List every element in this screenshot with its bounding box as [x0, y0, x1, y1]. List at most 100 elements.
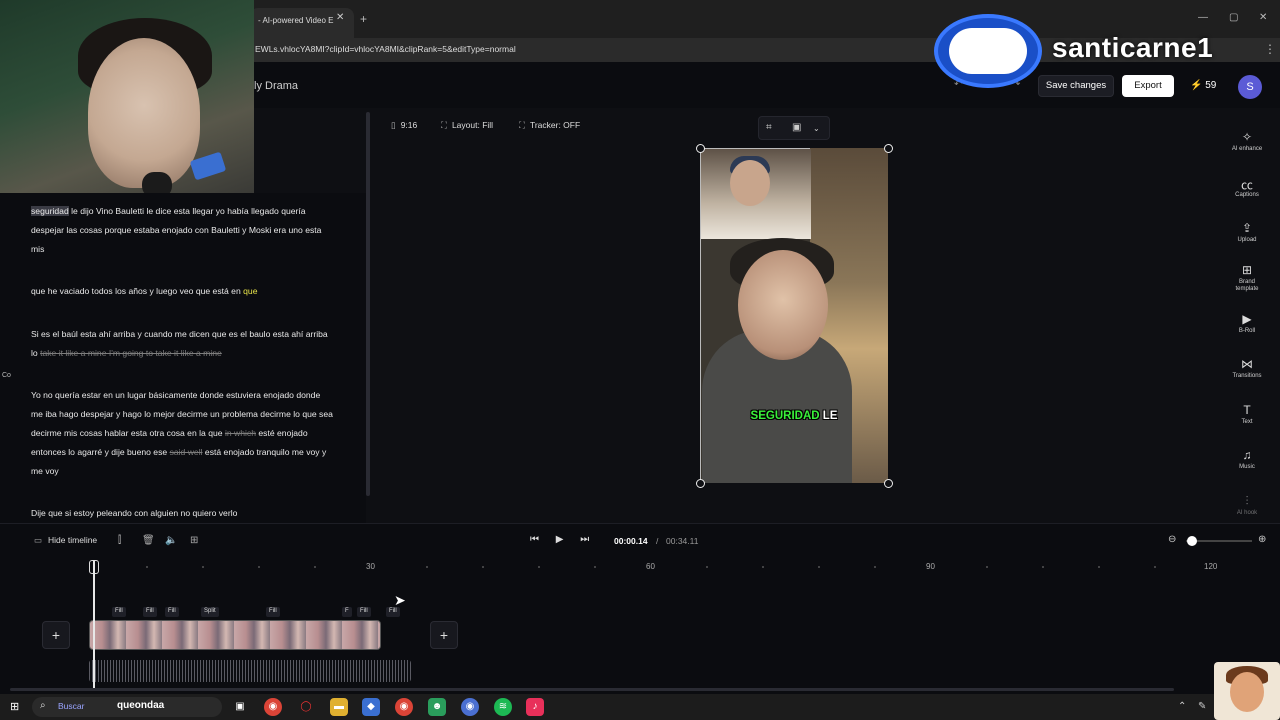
audio-waveform-track[interactable] — [89, 660, 411, 682]
rail-brand-template[interactable]: ⊞ Brand template — [1222, 263, 1272, 293]
transcript-text[interactable]: esté enojado — [256, 428, 307, 438]
save-changes-button[interactable]: Save changes — [1038, 75, 1114, 97]
add-after-button[interactable]: + — [430, 621, 458, 649]
task-view-icon[interactable]: ▣ — [231, 698, 249, 716]
image-icon[interactable]: ▣ — [792, 122, 801, 133]
rail-text[interactable]: T Text — [1222, 403, 1272, 426]
zoom-out-icon[interactable]: ⊖ — [1168, 534, 1176, 545]
transcript-line[interactable]: que he vaciado todos los años y luego ve… — [31, 286, 257, 296]
playhead[interactable] — [93, 561, 95, 691]
rail-ai-enhance[interactable]: ✧ AI enhance — [1222, 130, 1272, 153]
transcript-line[interactable]: despejar las cosas porque estaba enojado… — [31, 225, 321, 235]
active-word[interactable]: que — [243, 286, 257, 296]
skip-forward-icon[interactable]: ⏭ — [580, 534, 589, 545]
chrome-icon[interactable]: ◉ — [264, 698, 282, 716]
layout-button[interactable]: ⛶ Layout: Fill — [441, 120, 493, 131]
pen-icon[interactable]: ✎ — [1198, 701, 1206, 712]
transcript-text[interactable]: decirme mis cosas hablar esta otra cosa … — [31, 428, 225, 438]
aspect-ratio-button[interactable]: ▯ 9:16 — [391, 120, 417, 131]
user-avatar[interactable]: S — [1238, 75, 1262, 99]
rail-b-roll[interactable]: ▶ B-Roll — [1222, 312, 1272, 335]
project-title[interactable]: ly Drama — [254, 80, 298, 92]
volume-icon[interactable]: 🔈 — [165, 535, 177, 546]
removed-text[interactable]: said well — [170, 447, 203, 457]
resize-handle[interactable] — [696, 479, 705, 488]
transcript-line[interactable]: lo take it like a mine I'm going to take… — [31, 348, 222, 358]
discord-icon[interactable]: ☻ — [428, 698, 446, 716]
tracker-button[interactable]: ⛶ Tracker: OFF — [519, 120, 580, 131]
play-icon[interactable]: ▶ — [556, 534, 564, 545]
transcript-text[interactable]: le dijo Vino Bauletti le dice esta llega… — [69, 206, 305, 216]
highlighted-word[interactable]: seguridad — [31, 206, 69, 216]
rail-captions[interactable]: ㏄ Captions — [1222, 176, 1272, 199]
tab-close-icon[interactable]: ✕ — [336, 12, 344, 23]
resize-handle[interactable] — [884, 144, 893, 153]
new-tab-icon[interactable]: + — [360, 12, 367, 26]
clip-layout-label[interactable]: Fill — [357, 607, 371, 617]
rail-upload[interactable]: ⇪ Upload — [1222, 221, 1272, 244]
skip-back-icon[interactable]: ⏮ — [530, 534, 539, 545]
transcript-line[interactable]: mis — [31, 244, 44, 254]
minimize-icon[interactable]: — — [1198, 12, 1208, 23]
transcript-line[interactable]: me voy — [31, 466, 59, 476]
microphone-image — [142, 172, 172, 193]
browser-menu-icon[interactable]: ⋮ — [1264, 42, 1276, 56]
app-icon[interactable]: ◆ — [362, 698, 380, 716]
clip-layout-label[interactable]: Split — [201, 607, 219, 617]
transcript-line[interactable]: Dije que si estoy peleando con alguien n… — [31, 508, 237, 518]
chevron-down-icon[interactable]: ⌄ — [813, 124, 820, 133]
clip-layout-label[interactable]: F — [342, 607, 352, 617]
timeline-tick — [986, 566, 988, 568]
add-before-button[interactable]: + — [42, 621, 70, 649]
transcript-text[interactable]: entonces lo agarré y dije bueno ese — [31, 447, 170, 457]
caption-highlight[interactable]: SEGURIDAD — [751, 410, 820, 422]
video-clip-track[interactable] — [89, 620, 381, 650]
export-button[interactable]: Export — [1122, 75, 1174, 97]
removed-text[interactable]: in which — [225, 428, 256, 438]
clip-layout-label[interactable]: Fill — [143, 607, 157, 617]
transcript-line[interactable]: Si es el baúl esta ahí arriba y cuando m… — [31, 329, 328, 339]
removed-text[interactable]: take it like a mine I'm going to take it… — [40, 348, 222, 358]
transcript-line[interactable]: Yo no quería estar en un lugar básicamen… — [31, 390, 320, 400]
tray-chevron-icon[interactable]: ⌃ — [1178, 701, 1186, 712]
transcript-text[interactable]: está enojado tranquilo me voy y — [203, 447, 326, 457]
transcript-text[interactable]: lo — [31, 348, 40, 358]
start-menu-icon[interactable]: ⊞ — [10, 700, 19, 713]
rail-transitions[interactable]: ⋈ Transitions — [1222, 357, 1272, 380]
chrome-icon-2[interactable]: ◉ — [395, 698, 413, 716]
hide-timeline-button[interactable]: ▭ Hide timeline — [34, 535, 97, 546]
split-icon[interactable]: ⫿ — [118, 535, 121, 546]
spotify-icon[interactable]: ≋ — [494, 698, 512, 716]
resize-handle[interactable] — [696, 144, 705, 153]
grid-small-icon[interactable]: ⊞ — [190, 535, 198, 546]
window-close-icon[interactable]: ✕ — [1259, 12, 1267, 23]
tiktok-icon[interactable]: ♪ — [526, 698, 544, 716]
rail-ai-hook[interactable]: ⫶ AI hook — [1222, 494, 1272, 517]
transcript-line[interactable]: entonces lo agarré y dije bueno ese said… — [31, 447, 326, 457]
trash-icon[interactable]: 🗑 — [142, 535, 155, 546]
rail-label: B-Roll — [1238, 328, 1256, 334]
transcript-text[interactable]: que he vaciado todos los años y luego ve… — [31, 286, 243, 296]
clip-layout-label[interactable]: Fill — [165, 607, 179, 617]
chrome-icon-3[interactable]: ◉ — [461, 698, 479, 716]
timeline-scrollbar[interactable] — [10, 688, 1174, 691]
maximize-icon[interactable]: ▢ — [1229, 12, 1238, 23]
transcript-scrollbar[interactable] — [366, 112, 370, 496]
video-caption[interactable]: SEGURIDAD LE — [700, 410, 888, 422]
timeline-tick — [202, 566, 204, 568]
url-text[interactable]: EWLs.vhlocYA8MI?clipId=vhlocYA8MI&clipRa… — [255, 44, 516, 54]
resize-handle[interactable] — [884, 479, 893, 488]
zoom-in-icon[interactable]: ⊕ — [1258, 534, 1266, 545]
zoom-slider-handle[interactable] — [1187, 536, 1197, 546]
caption-word[interactable]: LE — [820, 410, 838, 422]
crop-icon[interactable]: ⌗ — [766, 122, 772, 133]
transcript-line[interactable]: seguridad le dijo Vino Bauletti le dice … — [31, 206, 306, 216]
clip-layout-label[interactable]: Fill — [112, 607, 126, 617]
transcript-line[interactable]: me iba hago despejar y hago lo mejor dec… — [31, 409, 333, 419]
file-explorer-icon[interactable]: ▬ — [330, 698, 348, 716]
rail-music[interactable]: ♫ Music — [1222, 448, 1272, 471]
opera-icon[interactable]: ◯ — [297, 698, 315, 716]
transcript-line[interactable]: decirme mis cosas hablar esta otra cosa … — [31, 428, 308, 438]
clip-layout-label[interactable]: Fill — [266, 607, 280, 617]
rail-label: Upload — [1237, 237, 1257, 243]
